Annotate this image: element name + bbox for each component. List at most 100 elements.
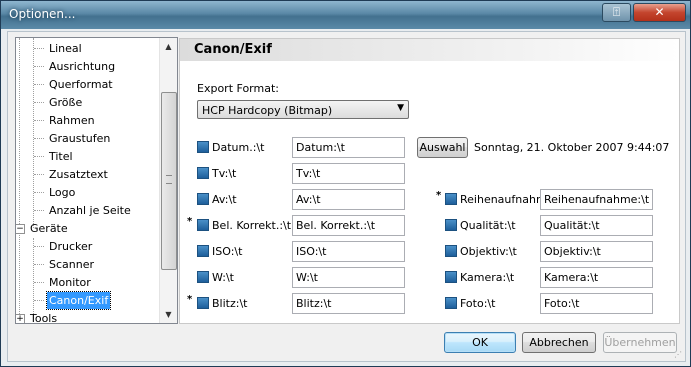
required-marker: * [436, 190, 442, 201]
right-field-1-label: Qualität:\t [460, 219, 516, 232]
panel-header: Canon/Exif [180, 39, 679, 61]
tree-connector [33, 238, 34, 318]
help-icon: ⍐ [612, 5, 621, 19]
grip-icon [166, 175, 172, 184]
left-field-0-checkbox[interactable] [197, 141, 209, 153]
tree-connector [34, 120, 44, 121]
tree-item-tools[interactable]: Tools [30, 310, 57, 323]
tree-connector [34, 210, 44, 211]
expand-icon[interactable]: + [16, 314, 25, 323]
tree-scrollbar[interactable]: ▲ ▼ [159, 38, 177, 323]
chevron-down-icon: ▼ [397, 103, 404, 113]
left-field-4-checkbox[interactable] [197, 245, 209, 257]
right-field-4-input[interactable]: Foto:\t [540, 293, 653, 314]
tree-connector [34, 138, 44, 139]
left-field-3-checkbox[interactable] [197, 219, 209, 231]
tree-item-monitor[interactable]: Monitor [49, 274, 91, 291]
dialog-client: Lineal Ausrichtung Querformat Größe Rahmen Gr… [7, 31, 686, 362]
tree-item-zusatztext[interactable]: Zusatztext [49, 166, 108, 183]
right-field-3-checkbox[interactable] [445, 271, 457, 283]
cancel-button[interactable]: Abbrechen [522, 332, 596, 353]
right-field-2-checkbox[interactable] [445, 245, 457, 257]
arrow-up-icon: ▲ [165, 42, 172, 51]
scroll-thumb[interactable] [161, 92, 177, 270]
left-field-3-input[interactable]: Bel. Korrekt.:\t [292, 215, 405, 236]
collapse-icon[interactable]: − [16, 224, 25, 234]
tree-connector [34, 102, 44, 103]
required-marker: * [187, 294, 193, 305]
close-icon: ✕ [654, 5, 665, 19]
tree-connector [34, 246, 44, 247]
left-field-6-label: Blitz:\t [212, 297, 248, 310]
tree-item-anzahl-je-seite[interactable]: Anzahl je Seite [49, 202, 131, 219]
left-field-6-checkbox[interactable] [197, 297, 209, 309]
right-field-1-input[interactable]: Qualität:\t [540, 215, 653, 236]
right-field-3-input[interactable]: Kamera:\t [540, 267, 653, 288]
right-field-1-checkbox[interactable] [445, 219, 457, 231]
export-format-label: Export Format: [197, 82, 279, 95]
tree-items: Lineal Ausrichtung Querformat Größe Rahmen Gr… [16, 38, 158, 323]
resize-grip-icon[interactable]: ⋰ [674, 350, 684, 360]
tree-item-drucker[interactable]: Drucker [49, 238, 92, 255]
left-field-1-label: Tv:\t [212, 167, 237, 180]
tree-item-geräte[interactable]: Geräte [30, 220, 68, 237]
tree-item-größe[interactable]: Größe [49, 94, 82, 111]
left-field-2-checkbox[interactable] [197, 193, 209, 205]
tree-item-logo[interactable]: Logo [49, 184, 75, 201]
tree-connector [34, 192, 44, 193]
tree-connector [34, 300, 44, 301]
left-field-1-input[interactable]: Tv:\t [292, 163, 405, 184]
help-button[interactable]: ⍐ [602, 3, 631, 22]
right-field-0-checkbox[interactable] [445, 193, 457, 205]
tree-item-rahmen[interactable]: Rahmen [49, 112, 95, 129]
tree-connector [19, 38, 20, 318]
scroll-down-button[interactable]: ▼ [160, 306, 177, 323]
left-field-3-label: Bel. Korrekt.:\t [212, 219, 292, 232]
apply-button[interactable]: Übernehmen [603, 332, 677, 353]
right-field-2-label: Objektiv:\t [460, 245, 517, 258]
options-dialog: Optionen... ⍐ ✕ Lineal Ausrichtung Querfor… [0, 0, 691, 367]
tree-item-titel[interactable]: Titel [49, 148, 73, 165]
right-field-0-label: Reihenaufnahm [460, 193, 547, 206]
tree-item-lineal[interactable]: Lineal [49, 40, 82, 57]
left-field-4-input[interactable]: ISO:\t [292, 241, 405, 262]
arrow-down-icon: ▼ [165, 310, 172, 319]
left-field-5-label: W:\t [212, 271, 234, 284]
options-tree[interactable]: Lineal Ausrichtung Querformat Größe Rahmen Gr… [15, 37, 178, 324]
panel-title: Canon/Exif [194, 42, 272, 57]
tree-item-canon-exif[interactable]: Canon/Exif [45, 291, 112, 310]
tree-connector [34, 174, 44, 175]
left-field-1-checkbox[interactable] [197, 167, 209, 179]
tree-item-ausrichtung[interactable]: Ausrichtung [49, 58, 115, 75]
close-button[interactable]: ✕ [633, 3, 686, 22]
export-format-select[interactable]: HCP Hardcopy (Bitmap) ▼ [197, 100, 409, 119]
export-format-value: HCP Hardcopy (Bitmap) [202, 104, 333, 117]
left-field-5-input[interactable]: W:\t [292, 267, 405, 288]
right-field-4-label: Foto:\t [460, 297, 496, 310]
tree-connector [34, 84, 44, 85]
title-bar[interactable]: Optionen... ⍐ ✕ [1, 1, 690, 29]
tree-item-graustufen[interactable]: Graustufen [49, 130, 110, 147]
window-title: Optionen... [9, 7, 76, 21]
tree-connector [34, 282, 44, 283]
auswahl-button[interactable]: Auswahl [417, 137, 468, 158]
left-field-0-input[interactable]: Datum:\t [292, 137, 405, 158]
right-field-2-input[interactable]: Objektiv:\t [540, 241, 653, 262]
left-field-2-input[interactable]: Av:\t [292, 189, 405, 210]
ok-button[interactable]: OK [444, 332, 516, 353]
scroll-up-button[interactable]: ▲ [160, 38, 177, 55]
tree-connector [34, 66, 44, 67]
left-field-6-input[interactable]: Blitz:\t [292, 293, 405, 314]
left-field-5-checkbox[interactable] [197, 271, 209, 283]
settings-panel: Canon/Exif Export Format: HCP Hardcopy (… [179, 38, 680, 324]
tree-item-querformat[interactable]: Querformat [49, 76, 113, 93]
right-field-4-checkbox[interactable] [445, 297, 457, 309]
tree-connector [34, 264, 44, 265]
right-field-0-input[interactable]: Reihenaufnahme:\t [540, 189, 653, 210]
left-field-0-label: Datum.:\t [212, 141, 265, 154]
tree-item-scanner[interactable]: Scanner [49, 256, 94, 273]
tree-connector [34, 48, 44, 49]
tree-connector [34, 156, 44, 157]
right-field-3-label: Kamera:\t [460, 271, 515, 284]
left-field-2-label: Av:\t [212, 193, 237, 206]
